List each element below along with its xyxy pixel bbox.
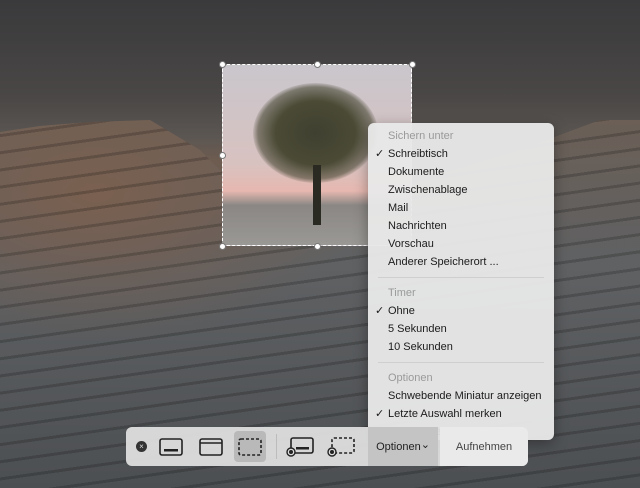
record-screen-icon [286,436,314,457]
menu-item-label: 10 Sekunden [388,341,453,353]
menu-item-label: Zwischenablage [388,184,468,196]
checkmark-icon: ✓ [375,148,385,160]
menu-item[interactable]: Nachrichten [368,217,554,235]
menu-item[interactable]: Schwebende Miniatur anzeigen [368,387,554,405]
toolbar-divider [276,434,277,459]
menu-header-save: Sichern unter [388,130,454,142]
menu-item-label: Mail [388,202,409,214]
resize-handle[interactable] [314,61,321,68]
menu-item-label: Anderer Speicherort ... [388,256,499,268]
menu-item-label: 5 Sekunden [388,323,447,335]
menu-separator [378,362,544,363]
screen-icon [159,437,183,456]
resize-handle[interactable] [314,243,321,250]
menu-item[interactable]: Vorschau [368,235,554,253]
menu-item-label: Vorschau [388,238,434,250]
options-menu: Sichern unter ✓ Schreibtisch Dokumente Zwis… [368,123,554,440]
chevron-down-icon: ⌄ [420,438,430,451]
menu-item-label: Nachrichten [388,220,447,232]
menu-header-timer: Timer [388,287,416,299]
menu-item[interactable]: Anderer Speicherort ... [368,253,554,271]
menu-item[interactable]: Dokumente [368,163,554,181]
menu-separator [378,277,544,278]
screenshot-toolbar: × Optionen ⌄ Aufnehmen [126,427,528,466]
resize-handle[interactable] [219,61,226,68]
menu-item-label: Ohne [388,305,415,317]
record-screen-button[interactable] [284,427,316,466]
checkmark-icon: ✓ [375,305,385,317]
menu-item[interactable]: 5 Sekunden [368,320,554,338]
menu-item-label: Dokumente [388,166,445,178]
menu-item-label: Letzte Auswahl merken [388,408,502,420]
close-icon[interactable]: × [136,441,147,452]
resize-handle[interactable] [409,61,416,68]
menu-item[interactable]: ✓ Ohne [368,302,554,320]
capture-window-button[interactable] [196,427,226,466]
record-selection-button[interactable] [325,427,357,466]
options-label: Optionen [376,440,421,453]
options-button[interactable]: Optionen ⌄ [368,427,438,466]
capture-button[interactable]: Aufnehmen [440,427,528,466]
checkmark-icon: ✓ [375,408,385,420]
menu-item-label: Schreibtisch [388,148,448,160]
capture-screen-button[interactable] [156,427,186,466]
selection-icon [238,437,262,456]
menu-item[interactable]: 10 Sekunden [368,338,554,356]
window-icon [199,437,223,456]
menu-item[interactable]: ✓ Schreibtisch [368,145,554,163]
resize-handle[interactable] [219,243,226,250]
tree-trunk [313,165,321,225]
menu-header-options: Optionen [388,372,433,384]
resize-handle[interactable] [219,152,226,159]
menu-item[interactable]: Mail [368,199,554,217]
capture-selection-button[interactable] [234,431,266,462]
menu-item[interactable]: Zwischenablage [368,181,554,199]
record-selection-icon [327,436,355,457]
menu-item-label: Schwebende Miniatur anzeigen [388,390,542,402]
menu-item[interactable]: ✓ Letzte Auswahl merken [368,405,554,423]
